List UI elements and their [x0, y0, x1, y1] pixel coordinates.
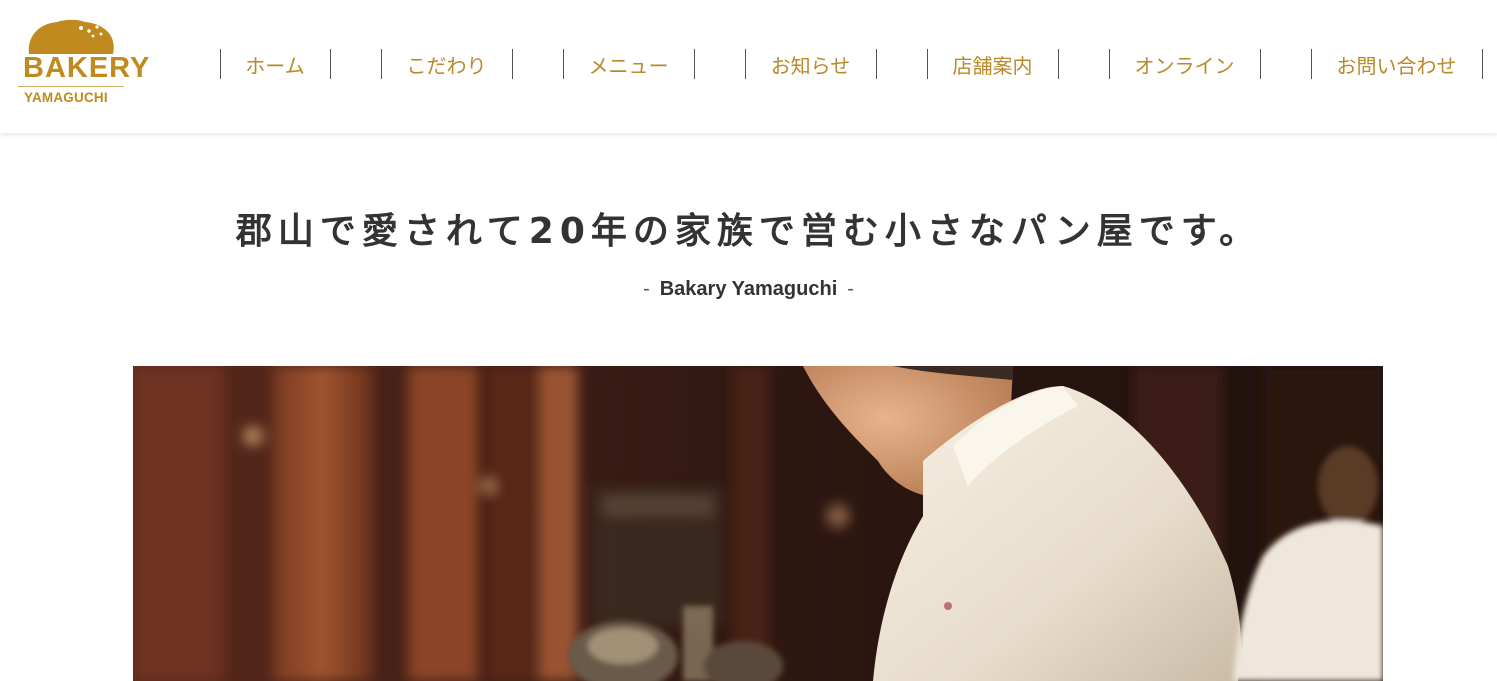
nav-divider: [694, 49, 695, 79]
nav-divider: [1058, 49, 1059, 79]
subtitle-dash-right: -: [847, 278, 854, 300]
bakery-kitchen-photo: [133, 366, 1383, 681]
nav-item-online[interactable]: オンライン: [1109, 49, 1260, 79]
subtitle-dash-left: -: [643, 278, 650, 300]
site-header: BAKERY YAMAGUCHI ホーム こだわり メニュー お知らせ 店舗案内…: [0, 0, 1497, 133]
logo-divider: [18, 86, 124, 87]
nav-divider: [1260, 49, 1261, 79]
nav-divider: [1482, 49, 1483, 79]
nav-item-store-info[interactable]: 店舗案内: [927, 49, 1058, 79]
nav-divider: [876, 49, 877, 79]
nav-item-contact[interactable]: お問い合わせ: [1311, 49, 1482, 79]
nav-divider: [512, 49, 513, 79]
subtitle-text: Bakary Yamaguchi: [659, 278, 838, 300]
logo-text-yamaguchi: YAMAGUCHI: [24, 90, 108, 105]
logo-text-bakery: BAKERY: [23, 52, 151, 84]
nav-item-menu[interactable]: メニュー: [563, 49, 694, 79]
nav-divider: [330, 49, 331, 79]
hero-title: 郡山で愛されて20年の家族で営む小さなパン屋です。: [235, 211, 1262, 252]
hero-photo: [133, 366, 1383, 681]
nav-item-home[interactable]: ホーム: [220, 49, 330, 79]
nav-item-news[interactable]: お知らせ: [745, 49, 876, 79]
hero-subtitle: - Bakary Yamaguchi -: [0, 275, 1497, 303]
nav-item-kodawari[interactable]: こだわり: [381, 49, 512, 79]
site-logo[interactable]: BAKERY YAMAGUCHI: [16, 16, 151, 108]
